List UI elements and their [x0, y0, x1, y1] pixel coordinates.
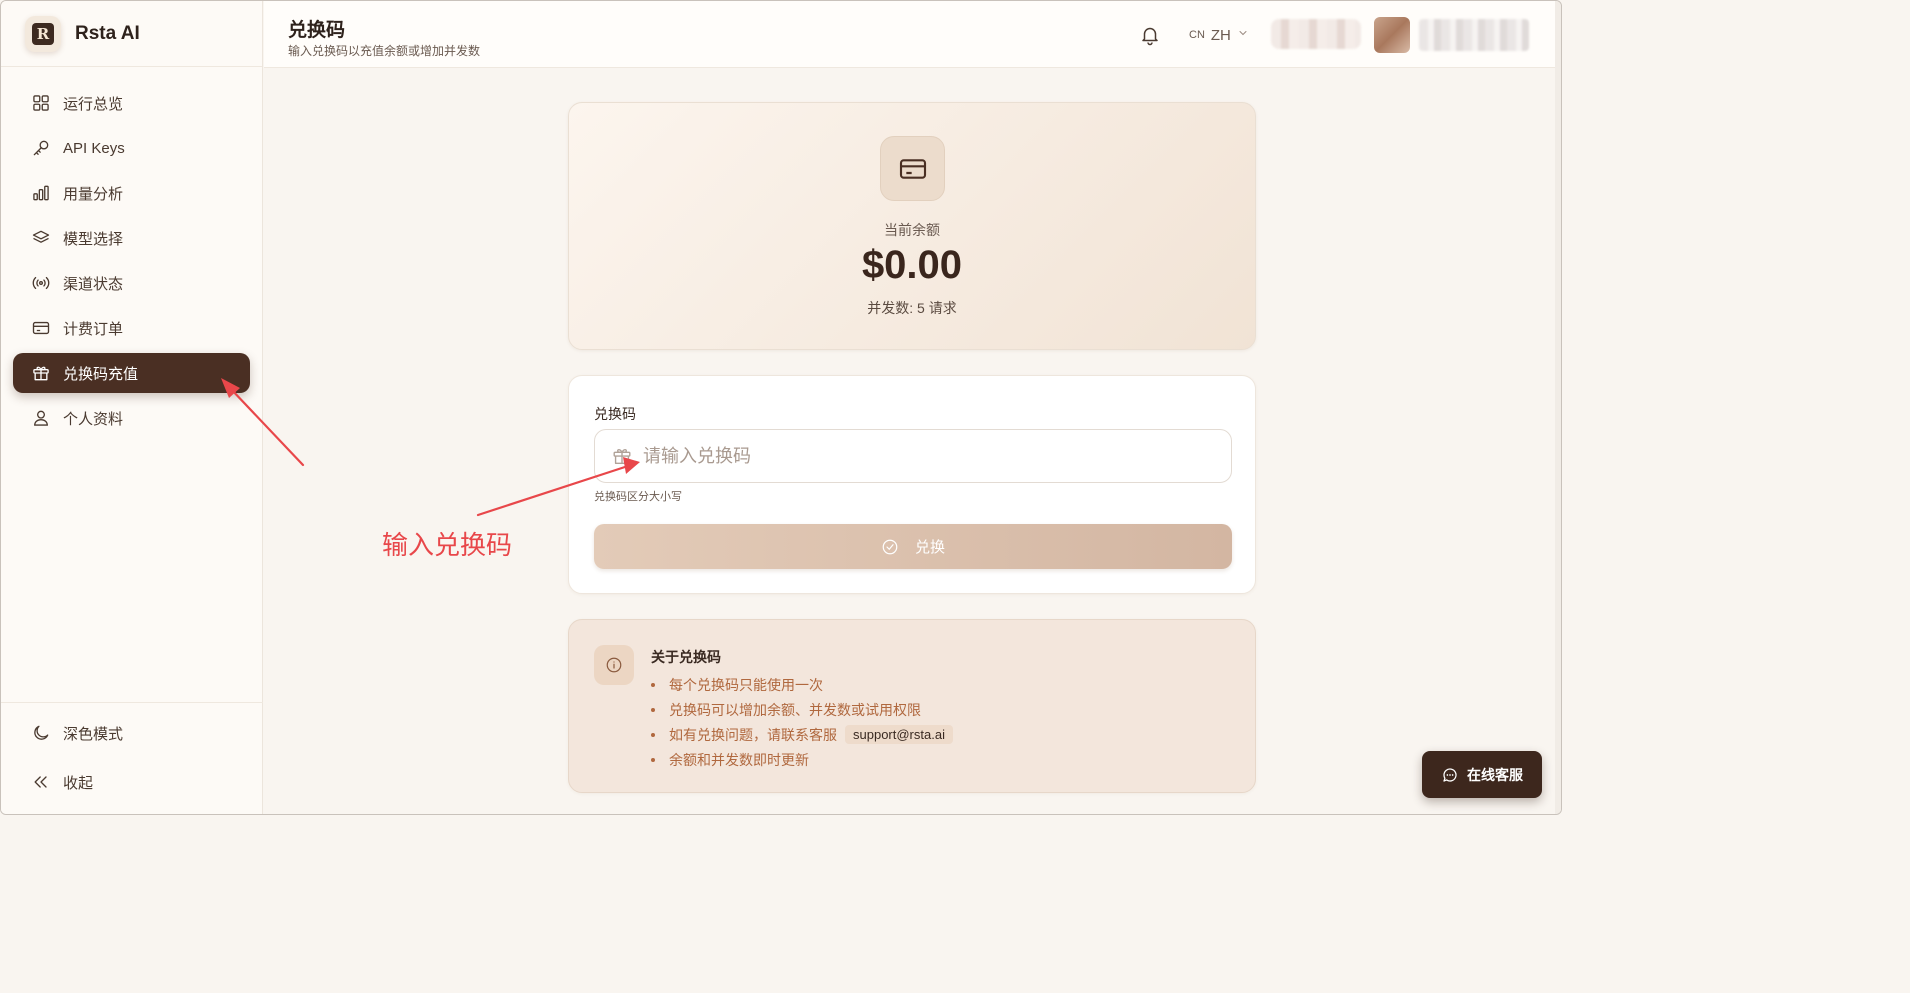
- chevron-down-icon: [1237, 26, 1249, 44]
- broadcast-icon: [31, 273, 51, 293]
- balance-label: 当前余额: [884, 222, 940, 238]
- sidebar-item-label: API Keys: [63, 139, 125, 157]
- sidebar-item-label: 个人资料: [63, 410, 124, 428]
- list-item: 如有兑换问题，请联系客服 support@rsta.ai: [651, 722, 953, 747]
- support-email[interactable]: support@rsta.ai: [845, 725, 953, 744]
- gift-icon: [613, 448, 631, 465]
- sidebar-item-label: 兑换码充值: [63, 365, 139, 383]
- sidebar-footer: 深色模式 收起: [1, 702, 263, 814]
- bar-chart-icon: [31, 183, 51, 203]
- redeem-button-label: 兑换: [914, 539, 945, 556]
- redeem-form-card: 兑换码 兑换码区分大小写 兑换: [568, 375, 1256, 594]
- list-item: 余额和并发数即时更新: [651, 747, 953, 772]
- grid-icon: [31, 93, 51, 113]
- redeem-code-input[interactable]: [643, 445, 1223, 467]
- language-label: ZH: [1210, 26, 1231, 44]
- collapse-sidebar-button[interactable]: 收起: [13, 762, 251, 802]
- annotation-label: 输入兑换码: [382, 530, 513, 560]
- credit-card-icon: [31, 318, 51, 338]
- sidebar-item-overview[interactable]: 运行总览: [13, 83, 250, 123]
- info-icon: [594, 645, 634, 685]
- sidebar-item-redeem[interactable]: 兑换码充值: [13, 353, 250, 393]
- gift-icon: [31, 363, 51, 383]
- redeem-code-field[interactable]: [594, 429, 1232, 483]
- check-circle-icon: [882, 539, 898, 554]
- brand-name: Rsta AI: [75, 22, 140, 44]
- info-item-text: 余额和并发数即时更新: [669, 751, 809, 768]
- redeem-button[interactable]: 兑换: [594, 524, 1232, 569]
- sidebar-item-label: 用量分析: [63, 185, 124, 203]
- bullet: [651, 757, 655, 762]
- language-code: CN: [1189, 29, 1205, 41]
- page-title: 兑换码: [288, 20, 346, 41]
- top-header: 兑换码 输入兑换码以充值余额或增加并发数 CN ZH: [264, 1, 1555, 68]
- sidebar-item-label: 渠道状态: [63, 275, 124, 293]
- sidebar-item-models[interactable]: 模型选择: [13, 218, 250, 258]
- sidebar-item-usage[interactable]: 用量分析: [13, 173, 250, 213]
- brand-logo-letter: R: [32, 22, 54, 45]
- sidebar-item-label: 计费订单: [63, 320, 124, 338]
- balance-card: 当前余额 $0.00 并发数: 5 请求: [568, 102, 1256, 350]
- sidebar-item-label: 运行总览: [63, 95, 124, 113]
- wallet-icon: [880, 136, 945, 201]
- language-switcher[interactable]: CN ZH: [1189, 26, 1249, 44]
- user-name-redacted[interactable]: [1419, 19, 1529, 51]
- avatar[interactable]: [1374, 17, 1410, 53]
- sidebar-item-billing[interactable]: 计费订单: [13, 308, 250, 348]
- collapse-label: 收起: [63, 774, 94, 792]
- page-subtitle: 输入兑换码以充值余额或增加并发数: [288, 44, 481, 58]
- page-scrollbar[interactable]: [1555, 1, 1561, 814]
- concurrency-info: 并发数: 5 请求: [867, 300, 957, 316]
- redeem-code-hint: 兑换码区分大小写: [594, 491, 682, 503]
- sidebar-item-api-keys[interactable]: API Keys: [13, 128, 250, 168]
- info-item-text: 如有兑换问题，请联系客服: [669, 726, 837, 743]
- support-button-label: 在线客服: [1467, 766, 1523, 783]
- app-window: R Rsta AI 运行总览 API Keys 用量分析 模型选择 渠道状态 计…: [0, 0, 1562, 815]
- info-list: 每个兑换码只能使用一次 兑换码可以增加余额、并发数或试用权限 如有兑换问题，请联…: [651, 672, 953, 772]
- sidebar-item-label: 模型选择: [63, 230, 124, 248]
- sidebar-nav: 运行总览 API Keys 用量分析 模型选择 渠道状态 计费订单 兑换码充值 …: [1, 67, 262, 438]
- redeem-info-card: 关于兑换码 每个兑换码只能使用一次 兑换码可以增加余额、并发数或试用权限 如有兑…: [568, 619, 1256, 793]
- brand-logo: R: [25, 15, 61, 52]
- account-balance-chip[interactable]: [1271, 19, 1361, 49]
- sidebar-item-profile[interactable]: 个人资料: [13, 398, 250, 438]
- bullet: [651, 707, 655, 712]
- bell-icon[interactable]: [1138, 23, 1162, 47]
- brand[interactable]: R Rsta AI: [1, 1, 262, 67]
- dark-mode-toggle[interactable]: 深色模式: [13, 713, 251, 753]
- sidebar: R Rsta AI 运行总览 API Keys 用量分析 模型选择 渠道状态 计…: [1, 1, 263, 814]
- list-item: 兑换码可以增加余额、并发数或试用权限: [651, 697, 953, 722]
- sidebar-item-channels[interactable]: 渠道状态: [13, 263, 250, 303]
- online-support-button[interactable]: 在线客服: [1422, 751, 1542, 798]
- user-icon: [31, 408, 51, 428]
- list-item: 每个兑换码只能使用一次: [651, 672, 953, 697]
- balance-value: $0.00: [861, 243, 963, 287]
- chat-bubble-icon: [1443, 767, 1457, 782]
- key-icon: [31, 138, 51, 158]
- info-item-text: 每个兑换码只能使用一次: [669, 676, 823, 693]
- bullet: [651, 732, 655, 737]
- info-item-text: 兑换码可以增加余额、并发数或试用权限: [669, 701, 921, 718]
- chevrons-left-icon: [31, 772, 51, 792]
- bullet: [651, 682, 655, 687]
- redeem-code-label: 兑换码: [594, 406, 636, 422]
- layers-icon: [31, 228, 51, 248]
- dark-mode-label: 深色模式: [63, 725, 124, 743]
- info-title: 关于兑换码: [651, 649, 721, 665]
- moon-icon: [31, 723, 51, 743]
